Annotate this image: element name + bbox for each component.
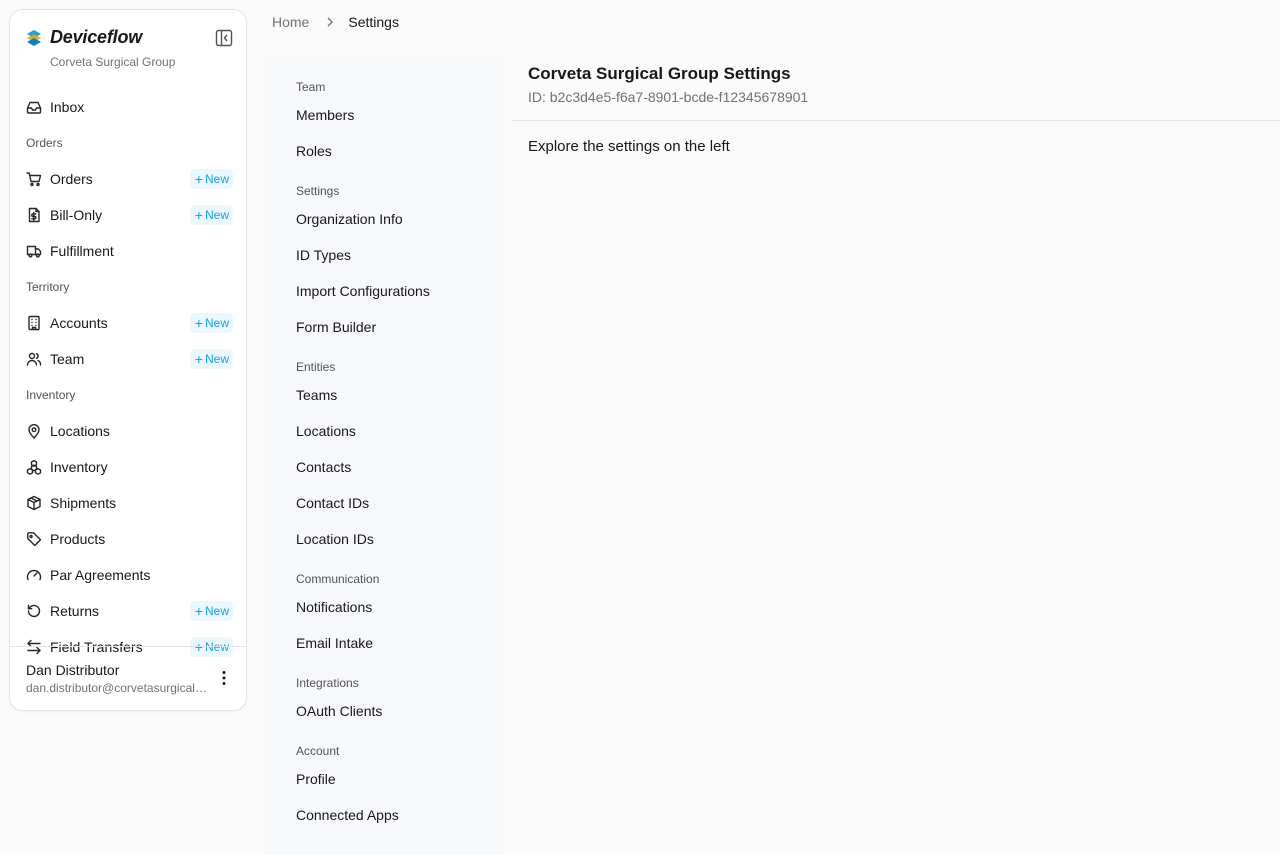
empty-state-text: Explore the settings on the left [528, 138, 730, 155]
users-icon [26, 352, 42, 366]
settings-link-oauth-clients[interactable]: OAuth Clients [296, 703, 382, 719]
settings-group-communication: Communication [296, 572, 380, 586]
sidebar-item-label: Inbox [50, 99, 85, 115]
sidebar-item-shipments[interactable]: Shipments [10, 485, 246, 521]
settings-link-organization-info[interactable]: Organization Info [296, 211, 403, 227]
tag-icon [27, 532, 42, 547]
settings-link-form-builder[interactable]: Form Builder [296, 319, 376, 335]
settings-link-contacts[interactable]: Contacts [296, 459, 351, 475]
sidebar-item-label: Bill-Only [50, 207, 103, 223]
boxes-icon [26, 459, 42, 475]
settings-link-roles[interactable]: Roles [296, 143, 332, 159]
sidebar-item-label: Shipments [50, 495, 117, 511]
settings-group-team: Team [296, 80, 326, 94]
user-email: dan.distributor@corvetasurgicalgroup.com [26, 681, 208, 695]
map-pin-icon [28, 424, 40, 439]
app-name: Deviceflow [50, 27, 143, 47]
page-title: Corveta Surgical Group Settings [528, 64, 791, 83]
sidebar-item-label: Returns [50, 603, 100, 619]
nav-group-territory: Territory [26, 280, 70, 294]
breadcrumb-current: Settings [348, 14, 399, 30]
sidebar-item-orders[interactable]: Orders + New [10, 161, 246, 197]
settings-link-email-intake[interactable]: Email Intake [296, 635, 373, 651]
nav-group-orders: Orders [26, 136, 63, 150]
more-vertical-icon[interactable] [215, 669, 233, 687]
settings-link-notifications[interactable]: Notifications [296, 599, 372, 615]
chevron-right-icon [327, 17, 334, 27]
settings-link-id-types[interactable]: ID Types [296, 247, 351, 263]
settings-link-contact-ids[interactable]: Contact IDs [296, 495, 369, 511]
inbox-icon [26, 101, 42, 114]
settings-link-teams[interactable]: Teams [296, 387, 337, 403]
sidebar-item-products[interactable]: Products [10, 521, 246, 557]
user-name: Dan Distributor [26, 662, 120, 678]
sidebar-item-inbox[interactable]: Inbox [10, 89, 246, 125]
settings-link-import-configurations[interactable]: Import Configurations [296, 283, 430, 299]
settings-group-integrations: Integrations [296, 676, 359, 690]
plus-icon: + [194, 207, 203, 223]
sidebar-item-label: Locations [50, 423, 110, 439]
truck-icon [26, 245, 42, 258]
breadcrumb: Home Settings [272, 14, 399, 30]
settings-link-profile[interactable]: Profile [296, 771, 336, 787]
user-block: Dan Distributor dan.distributor@corvetas… [10, 646, 246, 710]
plus-icon: + [194, 315, 203, 331]
sidebar-item-par-agreements[interactable]: Par Agreements [10, 557, 246, 593]
settings-group-account: Account [296, 744, 340, 758]
new-team-button[interactable]: + New [189, 349, 233, 369]
sidebar-item-accounts[interactable]: Accounts + New [10, 305, 246, 341]
sidebar-item-label: Inventory [50, 459, 108, 475]
sidebar-collapse-icon[interactable] [215, 29, 233, 47]
sidebar-item-returns[interactable]: Returns + New [10, 593, 246, 629]
sidebar-item-label: Par Agreements [50, 567, 151, 583]
sidebar-item-locations[interactable]: Locations [10, 413, 246, 449]
new-orders-button[interactable]: + New [189, 169, 233, 189]
settings-link-members[interactable]: Members [296, 107, 354, 123]
cart-icon [26, 172, 42, 187]
settings-group-entities: Entities [296, 360, 336, 374]
new-pill-label: New [204, 352, 229, 366]
breadcrumb-home[interactable]: Home [272, 14, 309, 30]
sidebar-item-team[interactable]: Team + New [10, 341, 246, 377]
settings-link-connected-apps[interactable]: Connected Apps [296, 807, 399, 823]
sidebar-item-label: Fulfillment [50, 243, 114, 259]
org-name: Corveta Surgical Group [50, 55, 176, 69]
deviceflow-logo-icon [27, 29, 41, 46]
rotate-ccw-icon [27, 604, 41, 618]
plus-icon: + [194, 351, 203, 367]
building-icon [28, 315, 40, 331]
settings-group-settings: Settings [296, 184, 340, 198]
new-returns-button[interactable]: + New [189, 601, 233, 621]
plus-icon: + [194, 603, 203, 619]
sidebar-item-bill-only[interactable]: Bill-Only + New [10, 197, 246, 233]
new-pill-label: New [204, 316, 229, 330]
settings-link-locations[interactable]: Locations [296, 423, 356, 439]
nav-group-inventory: Inventory [26, 388, 76, 402]
sidebar-item-label: Products [50, 531, 106, 547]
new-bill-only-button[interactable]: + New [189, 205, 233, 225]
new-pill-label: New [204, 208, 229, 222]
settings-nav: Team Members Roles Settings Organization Inf… [264, 56, 504, 855]
sidebar-item-inventory[interactable]: Inventory [10, 449, 246, 485]
new-accounts-button[interactable]: + New [189, 313, 233, 333]
sidebar-item-label: Accounts [50, 315, 108, 331]
app-nav: Inbox Orders Orders + New Bill-Only + New Fulfil… [10, 89, 246, 665]
brand[interactable]: Deviceflow [26, 27, 142, 48]
plus-icon: + [194, 171, 203, 187]
gauge-icon [26, 569, 42, 581]
dollar-doc-icon [28, 207, 40, 223]
new-pill-label: New [204, 172, 229, 186]
settings-link-location-ids[interactable]: Location IDs [296, 531, 374, 547]
sidebar-item-label: Team [50, 351, 85, 367]
org-id: ID: b2c3d4e5-f6a7-8901-bcde-f12345678901 [528, 89, 809, 105]
sidebar-item-fulfillment[interactable]: Fulfillment [10, 233, 246, 269]
new-pill-label: New [204, 604, 229, 618]
divider [512, 120, 1280, 121]
package-icon [27, 495, 41, 511]
sidebar-item-label: Orders [50, 171, 93, 187]
app-sidebar: Deviceflow Corveta Surgical Group Inbox O… [9, 9, 247, 711]
